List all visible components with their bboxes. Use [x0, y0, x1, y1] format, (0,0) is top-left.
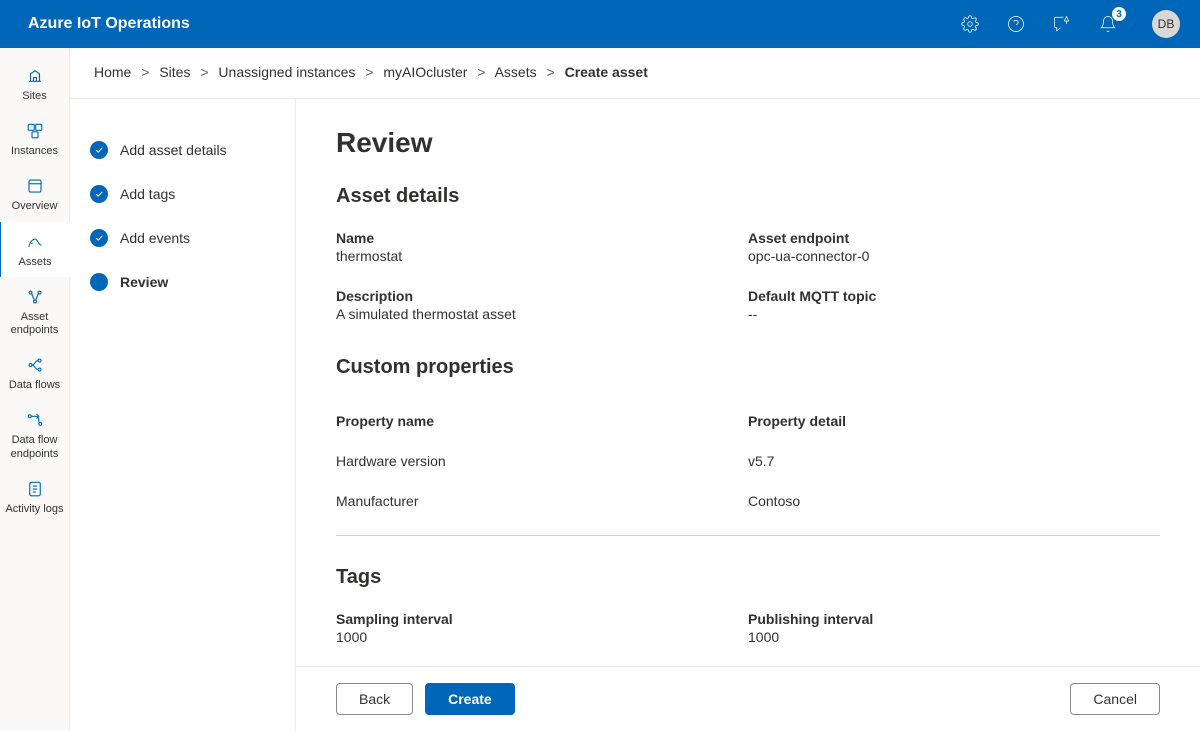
nav-activity-logs[interactable]: Activity logs — [0, 469, 69, 524]
checkmark-icon — [90, 141, 108, 159]
breadcrumb-item[interactable]: Unassigned instances — [218, 64, 355, 80]
field-name: Name thermostat — [336, 230, 748, 264]
divider — [336, 535, 1160, 536]
breadcrumb-separator: > — [200, 64, 208, 80]
create-button[interactable]: Create — [425, 683, 515, 715]
feedback-icon[interactable] — [1052, 14, 1072, 34]
property-row: Hardware version v5.7 — [336, 441, 1160, 481]
field-value: 1000 — [748, 629, 1160, 645]
asset-details-grid: Name thermostat Asset endpoint opc-ua-co… — [336, 230, 1160, 322]
sites-icon — [25, 66, 45, 86]
checkmark-icon — [90, 185, 108, 203]
step-review[interactable]: Review — [90, 261, 275, 305]
app-title: Azure IoT Operations — [28, 15, 190, 33]
tags-grid: Sampling interval 1000 Publishing interv… — [336, 611, 1160, 645]
breadcrumb-item[interactable]: myAIOcluster — [383, 64, 467, 80]
nav-label: Overview — [12, 200, 58, 213]
nav-label: Asset endpoints — [2, 311, 67, 337]
current-step-icon — [90, 273, 108, 291]
nav-label: Activity logs — [5, 503, 63, 516]
nav-data-flow-endpoints[interactable]: Data flow endpoints — [0, 400, 69, 468]
breadcrumb-item[interactable]: Assets — [495, 64, 537, 80]
notifications-icon[interactable]: 3 — [1098, 14, 1118, 34]
field-label: Sampling interval — [336, 611, 748, 627]
field-value: -- — [748, 306, 1160, 322]
checkmark-icon — [90, 229, 108, 247]
step-label: Add events — [120, 230, 190, 246]
custom-properties-table: Property name Property detail Hardware v… — [336, 401, 1160, 521]
settings-icon[interactable] — [960, 14, 980, 34]
data-flow-endpoints-icon — [25, 410, 45, 430]
help-icon[interactable] — [1006, 14, 1026, 34]
field-label: Name — [336, 230, 748, 246]
step-asset-details[interactable]: Add asset details — [90, 129, 275, 173]
nav-label: Assets — [18, 256, 51, 269]
property-name: Manufacturer — [336, 493, 748, 509]
field-publishing-interval: Publishing interval 1000 — [748, 611, 1160, 645]
property-detail: Contoso — [748, 493, 1160, 509]
field-label: Publishing interval — [748, 611, 1160, 627]
breadcrumb-separator: > — [477, 64, 485, 80]
breadcrumb-separator: > — [547, 64, 555, 80]
breadcrumb-separator: > — [141, 64, 149, 80]
nav-instances[interactable]: Instances — [0, 111, 69, 166]
nav-label: Sites — [22, 90, 46, 103]
nav-data-flows[interactable]: Data flows — [0, 345, 69, 400]
field-description: Description A simulated thermostat asset — [336, 288, 748, 322]
step-add-events[interactable]: Add events — [90, 217, 275, 261]
nav-label: Instances — [11, 145, 58, 158]
breadcrumb-item[interactable]: Home — [94, 64, 131, 80]
column-header-name: Property name — [336, 413, 748, 429]
overview-icon — [25, 176, 45, 196]
step-label: Add tags — [120, 186, 175, 202]
asset-endpoints-icon — [25, 287, 45, 307]
step-label: Review — [120, 274, 168, 290]
user-avatar[interactable]: DB — [1152, 10, 1180, 38]
field-label: Description — [336, 288, 748, 304]
back-button[interactable]: Back — [336, 683, 413, 715]
wizard-footer: Back Create Cancel — [296, 666, 1200, 731]
topbar: Azure IoT Operations 3 DB — [0, 0, 1200, 48]
field-sampling-interval: Sampling interval 1000 — [336, 611, 748, 645]
data-flows-icon — [25, 355, 45, 375]
step-label: Add asset details — [120, 142, 227, 158]
breadcrumb-current: Create asset — [565, 64, 648, 80]
property-row: Manufacturer Contoso — [336, 481, 1160, 521]
field-value: A simulated thermostat asset — [336, 306, 748, 322]
left-nav: Sites Instances Overview Assets Asset en… — [0, 48, 70, 731]
column-header-detail: Property detail — [748, 413, 1160, 429]
field-label: Asset endpoint — [748, 230, 1160, 246]
wizard-steps: Add asset details Add tags Add events Re… — [70, 99, 295, 731]
assets-icon — [25, 232, 45, 252]
step-add-tags[interactable]: Add tags — [90, 173, 275, 217]
field-value: thermostat — [336, 248, 748, 264]
nav-asset-endpoints[interactable]: Asset endpoints — [0, 277, 69, 345]
breadcrumb-item[interactable]: Sites — [159, 64, 190, 80]
field-mqtt-topic: Default MQTT topic -- — [748, 288, 1160, 322]
section-heading-tags: Tags — [336, 566, 1160, 589]
field-label: Default MQTT topic — [748, 288, 1160, 304]
section-heading-asset-details: Asset details — [336, 185, 1160, 208]
nav-label: Data flows — [9, 379, 60, 392]
nav-assets[interactable]: Assets — [0, 222, 70, 277]
property-detail: v5.7 — [748, 453, 1160, 469]
activity-logs-icon — [25, 479, 45, 499]
nav-label: Data flow endpoints — [2, 434, 67, 460]
property-name: Hardware version — [336, 453, 748, 469]
breadcrumb: Home > Sites > Unassigned instances > my… — [70, 48, 1200, 99]
notification-badge: 3 — [1112, 7, 1126, 21]
instances-icon — [25, 121, 45, 141]
nav-sites[interactable]: Sites — [0, 56, 69, 111]
breadcrumb-separator: > — [365, 64, 373, 80]
section-heading-custom-properties: Custom properties — [336, 356, 1160, 379]
review-content[interactable]: Review Asset details Name thermostat Ass… — [296, 99, 1200, 666]
field-value: opc-ua-connector-0 — [748, 248, 1160, 264]
topbar-actions: 3 DB — [960, 10, 1180, 38]
nav-overview[interactable]: Overview — [0, 166, 69, 221]
page-title: Review — [336, 127, 1160, 159]
field-value: 1000 — [336, 629, 748, 645]
cancel-button[interactable]: Cancel — [1070, 683, 1160, 715]
field-asset-endpoint: Asset endpoint opc-ua-connector-0 — [748, 230, 1160, 264]
